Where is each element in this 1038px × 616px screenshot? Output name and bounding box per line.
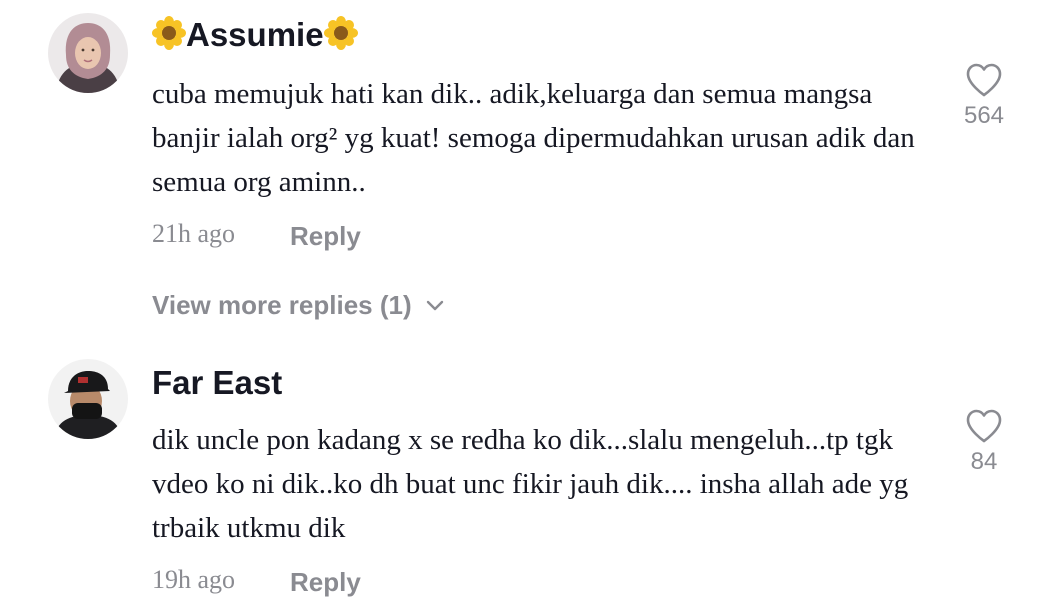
username-text: Assumie xyxy=(186,16,324,53)
heart-icon xyxy=(966,63,1002,97)
reply-button[interactable]: Reply xyxy=(290,567,361,598)
like-count: 564 xyxy=(963,102,1005,129)
username[interactable]: Far East xyxy=(152,364,282,402)
heart-icon xyxy=(966,409,1002,443)
avatar[interactable] xyxy=(48,13,128,93)
view-more-replies-label: View more replies (1) xyxy=(152,290,412,320)
like-count: 84 xyxy=(970,448,998,475)
sunflower-icon xyxy=(152,16,186,50)
like-button[interactable]: 564 xyxy=(944,62,1024,130)
view-more-replies-button[interactable]: View more replies (1) xyxy=(152,290,444,321)
comment-timestamp: 19h ago xyxy=(152,565,236,594)
reply-button[interactable]: Reply xyxy=(290,221,361,252)
comment-text: cuba memujuk hati kan dik.. adik,keluarg… xyxy=(152,78,915,198)
comment-timestamp: 21h ago xyxy=(152,219,236,248)
username-text: Far East xyxy=(152,364,283,401)
username[interactable]: Assumie xyxy=(152,16,358,54)
avatar-image xyxy=(48,13,128,93)
comment-text: dik uncle pon kadang x se redha ko dik..… xyxy=(152,424,909,544)
avatar-image xyxy=(48,359,128,439)
chevron-down-icon xyxy=(426,300,443,311)
avatar[interactable] xyxy=(48,359,128,439)
like-button[interactable]: 84 xyxy=(944,408,1024,476)
sunflower-icon xyxy=(323,16,358,50)
